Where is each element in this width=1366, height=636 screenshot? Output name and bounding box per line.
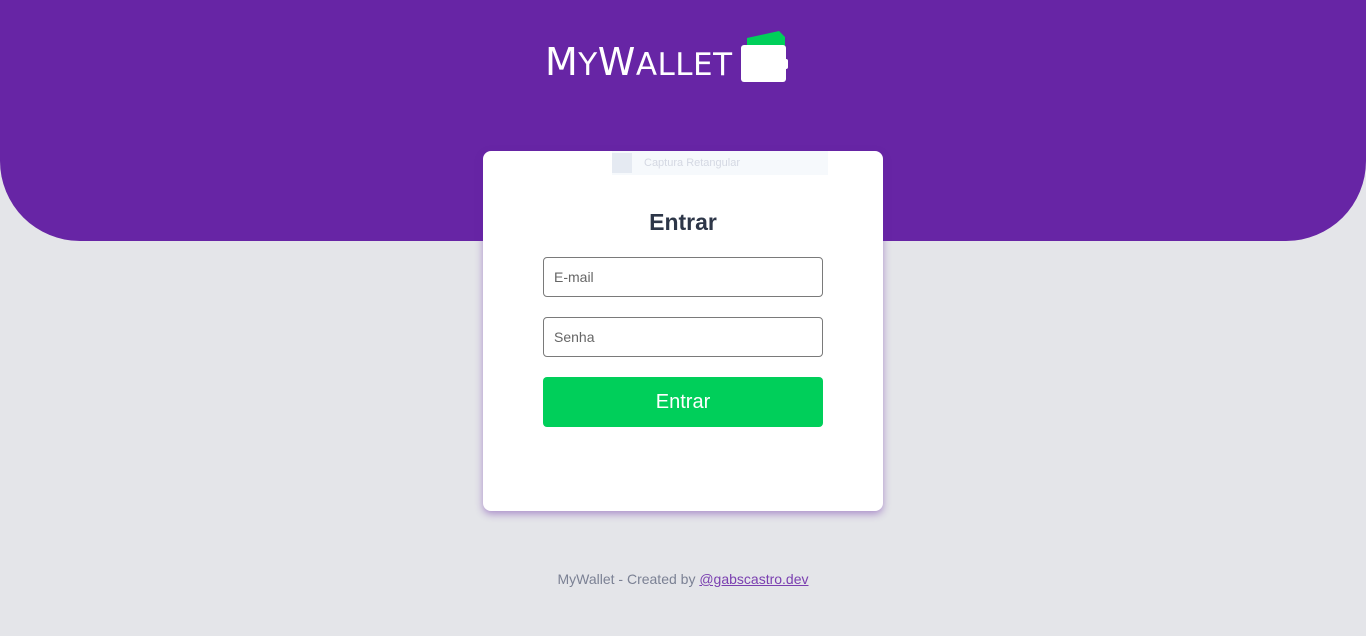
- author-link[interactable]: @gabscastro.dev: [699, 571, 808, 587]
- login-page: MYWALLET Captura Retangular Entrar Entra…: [0, 0, 1366, 636]
- footer-text: MyWallet - Created by: [557, 571, 700, 587]
- footer: MyWallet - Created by @gabscastro.dev: [0, 571, 1366, 587]
- screen-capture-overlay: Captura Retangular: [612, 151, 828, 175]
- wallet-icon: [740, 31, 788, 82]
- email-input[interactable]: [543, 257, 823, 297]
- login-title: Entrar: [649, 209, 717, 235]
- brand-wordmark: MYWALLET: [545, 40, 733, 84]
- login-card: Captura Retangular Entrar Entrar: [483, 151, 883, 511]
- login-button[interactable]: Entrar: [543, 377, 823, 427]
- brand-logo: MYWALLET: [545, 28, 789, 84]
- password-input[interactable]: [543, 317, 823, 357]
